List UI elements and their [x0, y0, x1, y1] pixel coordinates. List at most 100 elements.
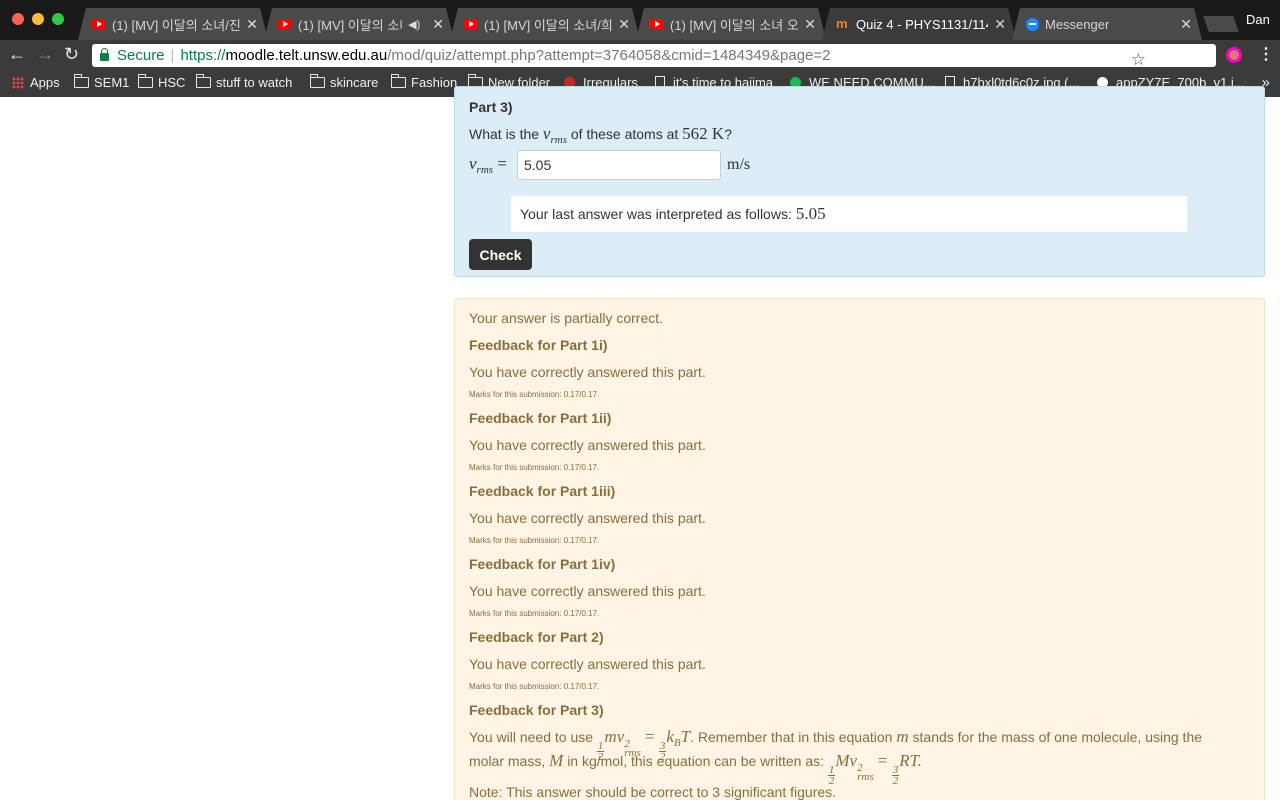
close-icon[interactable]: ✕ — [432, 16, 444, 33]
bookmark-folder-hsc[interactable]: HSC — [137, 74, 185, 90]
close-window-button[interactable] — [12, 13, 24, 25]
tab-label: (1) [MV] 이달의 소녀/진솔 — [112, 17, 241, 33]
bookmark-label: stuff to watch — [216, 75, 293, 90]
feedback-message: You have correctly answered this part. — [469, 364, 706, 380]
bookmark-folder-fashion[interactable]: Fashion — [390, 74, 458, 90]
bookmark-label: Fashion — [411, 75, 458, 90]
youtube-icon — [278, 19, 292, 29]
answer-label: vrms = — [469, 154, 517, 176]
zoom-window-button[interactable] — [52, 13, 64, 25]
equation-molar: 1 2 Mv 2 rms = 3 2 RT. — [827, 751, 923, 787]
close-icon[interactable]: ✕ — [246, 16, 258, 33]
separator: | — [170, 47, 175, 64]
back-arrow-icon[interactable]: ← — [8, 44, 26, 65]
profile-name[interactable]: Dan — [1246, 12, 1270, 27]
temperature-value: 562 K — [682, 124, 725, 143]
bookmark-folder-skincare[interactable]: skincare — [309, 74, 378, 90]
feedback-summary: Your answer is partially correct. — [469, 310, 664, 326]
feedback-message: You have correctly answered this part. — [469, 656, 706, 672]
bookmark-folder-stuff-to-watch[interactable]: stuff to watch — [195, 74, 293, 90]
messenger-icon — [1026, 18, 1039, 31]
minimize-window-button[interactable] — [32, 13, 44, 25]
vrms-answer-input[interactable] — [517, 150, 721, 180]
interpretation-text: Your last answer was interpreted as foll… — [520, 206, 792, 222]
tab-strip: (1) [MV] 이달의 소녀/진솔 ✕ (1) [MV] 이달의 소녀/C ◀… — [0, 0, 1280, 40]
speaker-icon[interactable]: ◀) — [408, 18, 420, 31]
feedback-part3-line2: molar mass, M in kg/mol, this equation c… — [469, 751, 923, 787]
unit-label: m/s — [727, 156, 751, 173]
folder-icon — [195, 74, 211, 88]
tab-quiz-active[interactable]: m Quiz 4 - PHYS1131/114 ✕ — [822, 8, 1016, 40]
folder-icon — [73, 74, 89, 88]
new-tab-button[interactable] — [1203, 16, 1239, 32]
marks-text: Marks for this submission: 0.17/0.17. — [469, 390, 600, 399]
var-subscript: rms — [476, 164, 494, 176]
tab-label: (1) [MV] 이달의 소녀/희진 — [484, 17, 613, 33]
folder-icon — [309, 74, 325, 88]
prompt-text: What is the — [469, 126, 540, 142]
url-host: moodle.telt.unsw.edu.au — [225, 47, 388, 64]
secure-label: Secure — [117, 47, 165, 64]
feedback-heading-1iv: Feedback for Part 1iv) — [469, 556, 616, 572]
feedback-heading-3: Feedback for Part 3) — [469, 702, 604, 718]
molar-mass-symbol: M — [549, 751, 564, 770]
menu-dots-icon[interactable]: ⋮ — [1258, 44, 1274, 64]
marks-text: Marks for this submission: 0.17/0.17. — [469, 463, 600, 472]
close-icon[interactable]: ✕ — [618, 16, 630, 33]
question-prompt: What is the vrms of these atoms at 562 K… — [469, 124, 732, 146]
address-bar[interactable]: Secure | https://moodle.telt.unsw.edu.au… — [92, 44, 1216, 70]
youtube-icon — [464, 19, 478, 29]
url-path: /mod/quiz/attempt.php?attempt=3764058&cm… — [387, 47, 831, 64]
feedback-panel: Your answer is partially correct. Feedba… — [454, 298, 1265, 800]
vrms-variable: vrms — [543, 124, 567, 146]
feedback-message: You have correctly answered this part. — [469, 583, 706, 599]
feedback-message: You have correctly answered this part. — [469, 510, 706, 526]
tab-youtube-2[interactable]: (1) [MV] 이달의 소녀/C ◀) ✕ — [264, 8, 454, 40]
tab-label: (1) [MV] 이달의 소녀/C — [298, 17, 400, 33]
marks-text: Marks for this submission: 0.17/0.17. — [469, 609, 600, 618]
equation-kinetic-energy: 1 2 mv 2 rms = 3 2 kBT — [596, 727, 691, 763]
bookmark-apps[interactable]: Apps — [12, 75, 60, 90]
feedback-text: . Remember that in this equation — [690, 729, 893, 745]
answer-row: vrms = m/s — [469, 149, 969, 181]
bookmark-label: Apps — [30, 75, 60, 90]
folder-icon — [390, 74, 406, 88]
tab-label: Quiz 4 - PHYS1131/114 — [856, 16, 989, 32]
feedback-text: stands for the mass of one molecule, usi… — [912, 729, 1203, 745]
prompt-text: of these atoms at — [570, 126, 679, 142]
url-scheme: https:// — [180, 47, 226, 64]
feedback-text: in kg/mol, this equation can be written … — [567, 753, 824, 769]
feedback-heading-1ii: Feedback for Part 1ii) — [469, 410, 612, 426]
tab-messenger[interactable]: Messenger ✕ — [1012, 8, 1202, 40]
feedback-message: You have correctly answered this part. — [469, 437, 706, 453]
close-icon[interactable]: ✕ — [804, 16, 816, 33]
folder-icon — [137, 74, 153, 88]
browser-toolbar: ← → ↻ Secure | https://moodle.telt.unsw.… — [0, 40, 1280, 70]
equals-sign: = — [497, 154, 507, 173]
var-symbol: v — [469, 154, 477, 173]
check-button[interactable]: Check — [469, 239, 532, 270]
feedback-heading-1iii: Feedback for Part 1iii) — [469, 483, 616, 499]
part-heading: Part 3) — [469, 99, 513, 115]
tab-youtube-4[interactable]: (1) [MV] 이달의 소녀 오드 ✕ — [636, 8, 826, 40]
close-icon[interactable]: ✕ — [994, 16, 1006, 33]
tab-label: Messenger — [1045, 16, 1110, 32]
youtube-icon — [92, 19, 106, 29]
close-icon[interactable]: ✕ — [1180, 16, 1192, 33]
interpretation-box: Your last answer was interpreted as foll… — [511, 196, 1187, 232]
feedback-text: You will need to use — [469, 729, 594, 745]
extension-icon[interactable] — [1226, 47, 1242, 63]
forward-arrow-icon[interactable]: → — [36, 44, 54, 65]
tab-youtube-3[interactable]: (1) [MV] 이달의 소녀/희진 ✕ — [450, 8, 640, 40]
var-subscript: rms — [550, 134, 567, 146]
reload-icon[interactable]: ↻ — [64, 44, 79, 65]
feedback-text: molar mass, — [469, 753, 546, 769]
marks-text: Marks for this submission: 0.17/0.17. — [469, 682, 600, 691]
bookmark-star-icon[interactable]: ☆ — [1131, 50, 1146, 70]
tab-youtube-1[interactable]: (1) [MV] 이달의 소녀/진솔 ✕ — [78, 8, 268, 40]
bookmark-label: SEM1 — [94, 75, 130, 90]
bookmark-folder-sem1[interactable]: SEM1 — [73, 74, 130, 90]
feedback-heading-2: Feedback for Part 2) — [469, 629, 604, 645]
prompt-text: ? — [724, 126, 732, 142]
interpretation-value: 5.05 — [795, 204, 826, 223]
